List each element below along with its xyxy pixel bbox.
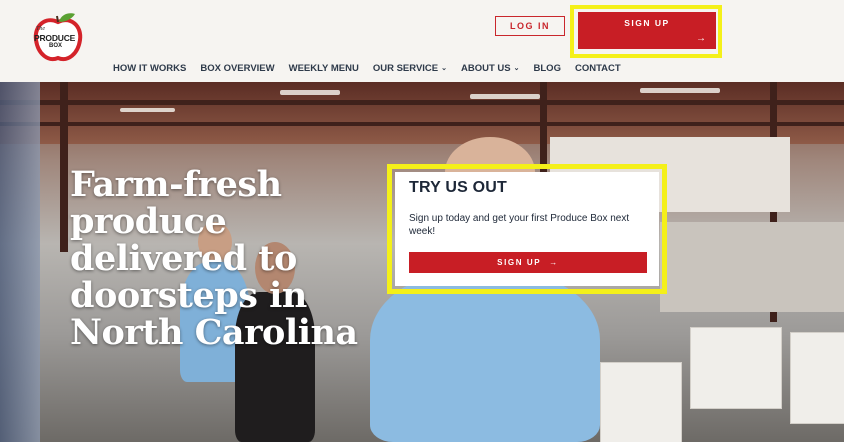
- chevron-down-icon: ⌄: [441, 65, 448, 72]
- logo-text-the: The: [36, 26, 45, 32]
- ceiling-light: [280, 90, 340, 95]
- arrow-right-icon: →: [696, 33, 706, 44]
- produce-crate: [790, 332, 844, 424]
- nav-label: CONTACT: [574, 62, 621, 74]
- nav-label: OUR SERVICE: [372, 62, 439, 74]
- nav-label: ABOUT US: [461, 62, 511, 74]
- nav-about-us[interactable]: ABOUT US ⌄: [461, 60, 520, 76]
- ceiling-post: [60, 82, 68, 252]
- nav-blog[interactable]: BLOG: [534, 60, 561, 76]
- hero-title: Farm-fresh produce delivered to doorstep…: [70, 164, 358, 353]
- signup-button-header[interactable]: SIGN UP →: [578, 12, 716, 49]
- worker-figure-foreground: [370, 272, 600, 442]
- nav-label: WEEKLY MENU: [288, 62, 359, 74]
- nav-label: BLOG: [533, 62, 561, 74]
- logo-text-box: BOX: [49, 43, 63, 49]
- card-title: TRY US OUT: [409, 179, 508, 196]
- ceiling-beam: [0, 100, 844, 105]
- card-description: Sign up today and get your first Produce…: [409, 213, 630, 237]
- arrow-right-icon: →: [549, 258, 559, 267]
- main-nav: HOW IT WORKS BOX OVERVIEW WEEKLY MENU OU…: [113, 60, 635, 76]
- nav-our-service[interactable]: OUR SERVICE ⌄: [373, 60, 447, 76]
- ceiling-light: [120, 108, 175, 112]
- chevron-down-icon: ⌄: [513, 65, 520, 72]
- nav-box-overview[interactable]: BOX OVERVIEW: [200, 60, 274, 76]
- signup-button-label: SIGN UP: [624, 18, 670, 28]
- nav-how-it-works[interactable]: HOW IT WORKS: [113, 60, 186, 76]
- produce-crate: [600, 362, 682, 442]
- ceiling-beam: [0, 122, 844, 126]
- ceiling-light: [640, 88, 720, 93]
- stacked-boxes: [660, 222, 844, 312]
- ceiling-light: [470, 94, 540, 99]
- nav-weekly-menu[interactable]: WEEKLY MENU: [289, 60, 359, 76]
- nav-label: HOW IT WORKS: [113, 62, 187, 74]
- nav-contact[interactable]: CONTACT: [575, 60, 621, 76]
- login-button[interactable]: LOG IN: [495, 16, 565, 36]
- site-header: The PRODUCE BOX LOG IN SIGN UP → HOW IT …: [0, 0, 844, 82]
- logo-text-main: PRODUCE: [34, 33, 76, 43]
- try-us-out-card: TRY US OUT Sign up today and get your fi…: [395, 172, 659, 286]
- nav-label: BOX OVERVIEW: [200, 62, 275, 74]
- signup-button-card[interactable]: SIGN UP →: [409, 252, 647, 273]
- blurred-pillar: [0, 82, 40, 442]
- signup-button-label: SIGN UP: [497, 258, 542, 267]
- produce-crate: [690, 327, 782, 409]
